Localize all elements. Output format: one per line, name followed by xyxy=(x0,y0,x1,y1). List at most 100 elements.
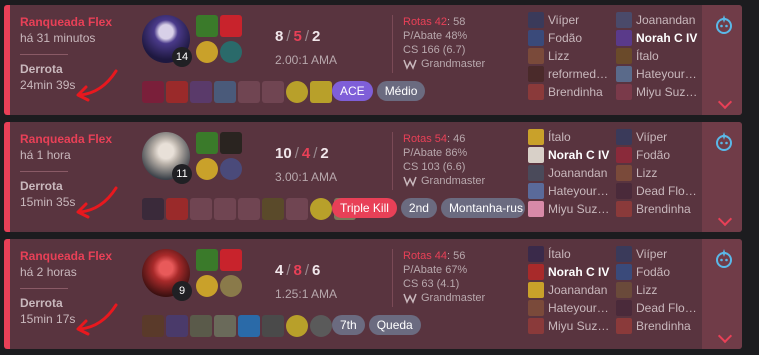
item-icon[interactable] xyxy=(214,81,236,103)
match-card[interactable]: Ranqueada Flex há 31 minutos Derrota 24m… xyxy=(4,5,742,115)
player-row-self[interactable]: Norah C IV xyxy=(616,29,708,47)
player-row[interactable]: Viíper xyxy=(616,245,708,263)
keystone-rune-icon[interactable] xyxy=(196,41,218,63)
player-row[interactable]: Lizz xyxy=(616,164,708,182)
trinket-icon[interactable] xyxy=(286,81,308,103)
item-icon[interactable] xyxy=(166,198,188,220)
summoner-spell-ghost-icon[interactable] xyxy=(196,15,218,37)
player-name[interactable]: Lizz xyxy=(548,49,569,63)
player-row[interactable]: Miyu Suz… xyxy=(616,83,708,101)
trinket-icon[interactable] xyxy=(310,198,332,220)
player-name[interactable]: Norah C IV xyxy=(636,31,697,45)
item-icon[interactable] xyxy=(238,315,260,337)
ai-coach-icon[interactable] xyxy=(712,130,736,154)
player-row[interactable]: Joanandan xyxy=(528,164,620,182)
player-row[interactable]: Joanandan xyxy=(528,281,620,299)
player-name[interactable]: Fodão xyxy=(636,265,670,279)
player-name[interactable]: Hateyour… xyxy=(548,301,609,315)
player-row-self[interactable]: Norah C IV xyxy=(528,263,620,281)
player-name[interactable]: Fodão xyxy=(636,148,670,162)
keystone-rune-icon[interactable] xyxy=(196,275,218,297)
player-name[interactable]: Brendinha xyxy=(636,202,691,216)
player-row[interactable]: Ítalo xyxy=(528,128,620,146)
player-name[interactable]: Ítalo xyxy=(548,130,571,144)
ai-coach-icon[interactable] xyxy=(712,247,736,271)
summoner-spell-ghost-icon[interactable] xyxy=(196,249,218,271)
player-row[interactable]: Brendinha xyxy=(616,200,708,218)
match-card[interactable]: Ranqueada Flex há 2 horas Derrota 15min … xyxy=(4,239,742,349)
player-name[interactable]: Norah C IV xyxy=(548,265,609,279)
player-name[interactable]: Ítalo xyxy=(548,247,571,261)
player-name[interactable]: Miyu Suz… xyxy=(548,319,609,333)
item-icon[interactable] xyxy=(142,81,164,103)
chevron-down-icon[interactable] xyxy=(717,328,733,344)
player-name[interactable]: Hateyour… xyxy=(636,67,697,81)
secondary-rune-icon[interactable] xyxy=(220,41,242,63)
player-row[interactable]: Hateyour… xyxy=(528,182,620,200)
player-row[interactable]: Brendinha xyxy=(528,83,620,101)
player-name[interactable]: Dead Flo… xyxy=(636,301,697,315)
item-icon[interactable] xyxy=(262,315,284,337)
player-row[interactable]: Ítalo xyxy=(616,47,708,65)
chevron-down-icon[interactable] xyxy=(717,94,733,110)
item-icon[interactable] xyxy=(166,315,188,337)
player-name[interactable]: Joanandan xyxy=(548,166,607,180)
player-row[interactable]: Viíper xyxy=(528,11,620,29)
player-name[interactable]: Ítalo xyxy=(636,49,659,63)
summoner-spell-ignite-icon[interactable] xyxy=(220,249,242,271)
player-name[interactable]: Miyu Suz… xyxy=(548,202,609,216)
player-row[interactable]: Miyu Suz… xyxy=(528,317,620,335)
item-icon[interactable] xyxy=(310,315,332,337)
match-card[interactable]: Ranqueada Flex há 1 hora Derrota 15min 3… xyxy=(4,122,742,232)
player-name[interactable]: Dead Flo… xyxy=(636,184,697,198)
expand-details-button[interactable] xyxy=(702,239,742,349)
item-icon[interactable] xyxy=(190,315,212,337)
player-name[interactable]: Norah C IV xyxy=(548,148,609,162)
player-row[interactable]: Fodão xyxy=(528,29,620,47)
player-row[interactable]: Hateyour… xyxy=(616,65,708,83)
item-icon[interactable] xyxy=(214,315,236,337)
secondary-rune-icon[interactable] xyxy=(220,275,242,297)
player-row[interactable]: Lizz xyxy=(528,47,620,65)
player-row[interactable]: Brendinha xyxy=(616,317,708,335)
player-row[interactable]: Viíper xyxy=(616,128,708,146)
player-row[interactable]: Lizz xyxy=(616,281,708,299)
ai-coach-icon[interactable] xyxy=(712,13,736,37)
item-icon[interactable] xyxy=(142,198,164,220)
player-row[interactable]: Fodão xyxy=(616,146,708,164)
item-icon[interactable] xyxy=(166,81,188,103)
summoner-spell-ghost-icon[interactable] xyxy=(196,132,218,154)
player-row[interactable]: Hateyour… xyxy=(528,299,620,317)
item-icon[interactable] xyxy=(142,315,164,337)
player-row[interactable]: Dead Flo… xyxy=(616,299,708,317)
player-name[interactable]: Viíper xyxy=(548,13,579,27)
player-name[interactable]: Viíper xyxy=(636,130,667,144)
player-row[interactable]: Ítalo xyxy=(528,245,620,263)
player-row[interactable]: Fodão xyxy=(616,263,708,281)
player-name[interactable]: Brendinha xyxy=(548,85,603,99)
player-name[interactable]: Joanandan xyxy=(548,283,607,297)
player-name[interactable]: Brendinha xyxy=(636,319,691,333)
trinket-icon[interactable] xyxy=(286,315,308,337)
player-row[interactable]: Miyu Suz… xyxy=(528,200,620,218)
expand-details-button[interactable] xyxy=(702,5,742,115)
player-name[interactable]: Lizz xyxy=(636,283,657,297)
player-name[interactable]: Joanandan xyxy=(636,13,695,27)
keystone-rune-icon[interactable] xyxy=(196,158,218,180)
player-row[interactable]: reformed… xyxy=(528,65,620,83)
player-row[interactable]: Joanandan xyxy=(616,11,708,29)
player-name[interactable]: Miyu Suz… xyxy=(636,85,697,99)
player-name[interactable]: Lizz xyxy=(636,166,657,180)
secondary-rune-icon[interactable] xyxy=(220,158,242,180)
item-icon[interactable] xyxy=(310,81,332,103)
item-icon[interactable] xyxy=(262,198,284,220)
player-row-self[interactable]: Norah C IV xyxy=(528,146,620,164)
item-icon[interactable] xyxy=(190,81,212,103)
chevron-down-icon[interactable] xyxy=(717,211,733,227)
player-name[interactable]: Fodão xyxy=(548,31,582,45)
player-name[interactable]: reformed… xyxy=(548,67,608,81)
player-row[interactable]: Dead Flo… xyxy=(616,182,708,200)
summoner-spell-teleport-icon[interactable] xyxy=(220,132,242,154)
player-name[interactable]: Hateyour… xyxy=(548,184,609,198)
player-name[interactable]: Viíper xyxy=(636,247,667,261)
